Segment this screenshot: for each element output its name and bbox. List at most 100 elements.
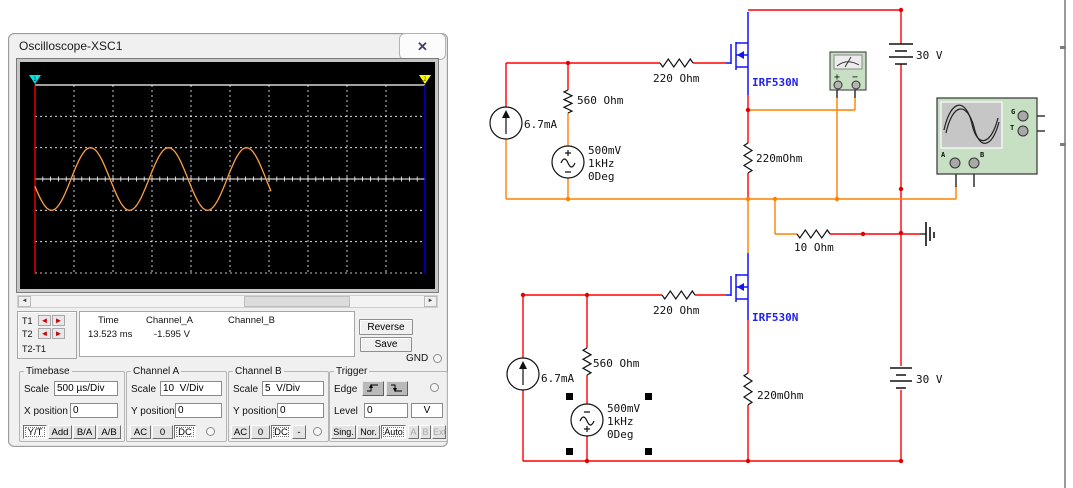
channel-b-minus-button[interactable]: - <box>292 425 306 439</box>
label-r220m-top: 220mOhm <box>756 152 803 165</box>
label-vac-top-3: 0Deg <box>588 170 615 183</box>
t2t1-label: T2-T1 <box>22 344 47 354</box>
t1-right-button[interactable]: ► <box>52 315 65 326</box>
readout-channel-a-value: -1.595 V <box>154 329 190 340</box>
channel-b-scale-input[interactable] <box>262 381 324 396</box>
t1-left-button[interactable]: ◄ <box>38 315 51 326</box>
timebase-scale-input[interactable] <box>54 381 118 396</box>
junction-dot <box>898 230 904 236</box>
channel-a-group: Channel A Scale Y position AC 0 DC <box>126 366 227 442</box>
timebase-mode-yt[interactable]: Y/T <box>23 425 47 439</box>
channel-a-radio[interactable] <box>206 427 215 436</box>
close-icon: ✕ <box>417 38 428 54</box>
junction-dot <box>834 196 840 202</box>
t1-label: T1 <box>22 316 33 326</box>
gnd-terminal[interactable] <box>433 354 442 363</box>
junction-dot <box>860 231 866 237</box>
resistor-560ohm-bottom[interactable] <box>581 347 593 376</box>
channel-b-radio[interactable] <box>313 427 322 436</box>
timebase-xpos-input[interactable] <box>70 403 118 418</box>
mosfet-irf530n-bottom[interactable] <box>726 253 749 320</box>
label-irf530n-bot: IRF530N <box>752 311 798 324</box>
channel-b-zero-button[interactable]: 0 <box>251 425 270 439</box>
mosfet-irf530n-top[interactable] <box>726 12 749 95</box>
channel-a-ypos-label: Y position <box>131 406 175 417</box>
window-title: Oscilloscope-XSC1 <box>19 39 123 53</box>
oscilloscope-icon[interactable]: G T A B <box>936 97 1038 175</box>
trigger-b-button[interactable]: B <box>420 425 431 439</box>
scope-display: 12 <box>29 75 431 274</box>
junction-dot <box>898 186 904 192</box>
resistor-220mohm-top[interactable] <box>742 142 754 174</box>
label-i67-bot: 6.7mA <box>541 372 574 385</box>
timebase-xpos-label: X position <box>24 406 68 417</box>
current-source-bottom[interactable] <box>506 357 540 391</box>
trigger-rising-edge-button[interactable] <box>362 381 384 396</box>
scope-hscrollbar[interactable]: ◄ ► <box>17 295 438 308</box>
battery-30v-top[interactable] <box>889 43 913 65</box>
label-r10: 10 Ohm <box>794 241 834 254</box>
multimeter-icon[interactable]: + − <box>829 51 867 91</box>
timebase-group: Timebase Scale X position Y/T Add B/A A/… <box>19 366 125 442</box>
resistor-220ohm-top[interactable] <box>659 57 694 69</box>
junction-dot <box>520 292 526 298</box>
cursor-1-number: 1 <box>33 76 37 83</box>
channel-b-legend: Channel B <box>235 366 282 377</box>
channel-a-scale-input[interactable] <box>160 381 222 396</box>
ground-icon[interactable] <box>925 222 935 246</box>
close-button[interactable]: ✕ <box>399 33 446 60</box>
label-30v-bot: 30 V <box>916 373 943 386</box>
current-source-top[interactable] <box>489 106 523 140</box>
gnd-label: GND <box>406 353 429 364</box>
channel-a-ac-button[interactable]: AC <box>130 425 151 439</box>
trigger-edge-label: Edge <box>334 384 358 395</box>
title-bar[interactable]: Oscilloscope-XSC1 ✕ <box>9 33 447 60</box>
trigger-a-button[interactable]: A <box>408 425 419 439</box>
scope-terminal-t-label: T <box>1010 124 1014 132</box>
channel-b-ypos-label: Y position <box>233 406 277 417</box>
trigger-sing-button[interactable]: Sing. <box>331 425 356 439</box>
resistor-10ohm[interactable] <box>796 228 831 240</box>
channel-b-ac-button[interactable]: AC <box>231 425 250 439</box>
scroll-thumb[interactable] <box>244 296 350 307</box>
scope-grid <box>34 84 426 274</box>
label-vac-bot-1: 500mV <box>607 402 640 415</box>
channel-a-dc-button[interactable]: DC <box>174 425 196 439</box>
battery-30v-bottom[interactable] <box>890 367 912 389</box>
channel-b-dc-button[interactable]: DC <box>271 425 291 439</box>
timebase-mode-add[interactable]: Add <box>48 425 72 439</box>
channel-b-scale-label: Scale <box>233 384 259 395</box>
trigger-falling-edge-button[interactable] <box>386 381 408 396</box>
channel-b-ypos-input[interactable] <box>277 403 324 418</box>
ac-source-top[interactable] <box>551 145 585 179</box>
trigger-level-label: Level <box>334 406 358 417</box>
save-button[interactable]: Save <box>360 337 412 352</box>
trigger-level-input[interactable] <box>364 403 408 418</box>
scope-terminal-b-label: B <box>980 151 984 159</box>
timebase-mode-ba[interactable]: B/A <box>73 425 96 439</box>
timebase-mode-ab[interactable]: A/B <box>97 425 121 439</box>
resistor-220ohm-bottom[interactable] <box>661 289 696 301</box>
scroll-left-arrow[interactable]: ◄ <box>18 296 31 307</box>
trigger-auto-button[interactable]: Auto <box>381 425 406 439</box>
resistors-group[interactable] <box>562 57 831 406</box>
channel-a-legend: Channel A <box>133 366 180 377</box>
resistor-560ohm-top[interactable] <box>562 89 574 114</box>
multimeter-minus-label: − <box>852 72 858 83</box>
t2-left-button[interactable]: ◄ <box>38 328 51 339</box>
junction-dot <box>745 458 751 464</box>
channel-a-ypos-input[interactable] <box>175 403 222 418</box>
junction-dot <box>584 292 590 298</box>
scope-bezel: 12 <box>16 58 439 293</box>
ac-source-bottom[interactable] <box>570 403 604 437</box>
trigger-nor-button[interactable]: Nor. <box>357 425 380 439</box>
scroll-right-arrow[interactable]: ► <box>424 296 437 307</box>
trigger-radio[interactable] <box>430 383 439 392</box>
t2-right-button[interactable]: ► <box>52 328 65 339</box>
trigger-ext-button[interactable]: Ext <box>432 425 446 439</box>
resistor-220mohm-bottom[interactable] <box>742 372 754 406</box>
timebase-scale-label: Scale <box>24 384 50 395</box>
reverse-button[interactable]: Reverse <box>359 319 413 335</box>
junction-dot <box>584 458 590 464</box>
channel-a-zero-button[interactable]: 0 <box>152 425 173 439</box>
